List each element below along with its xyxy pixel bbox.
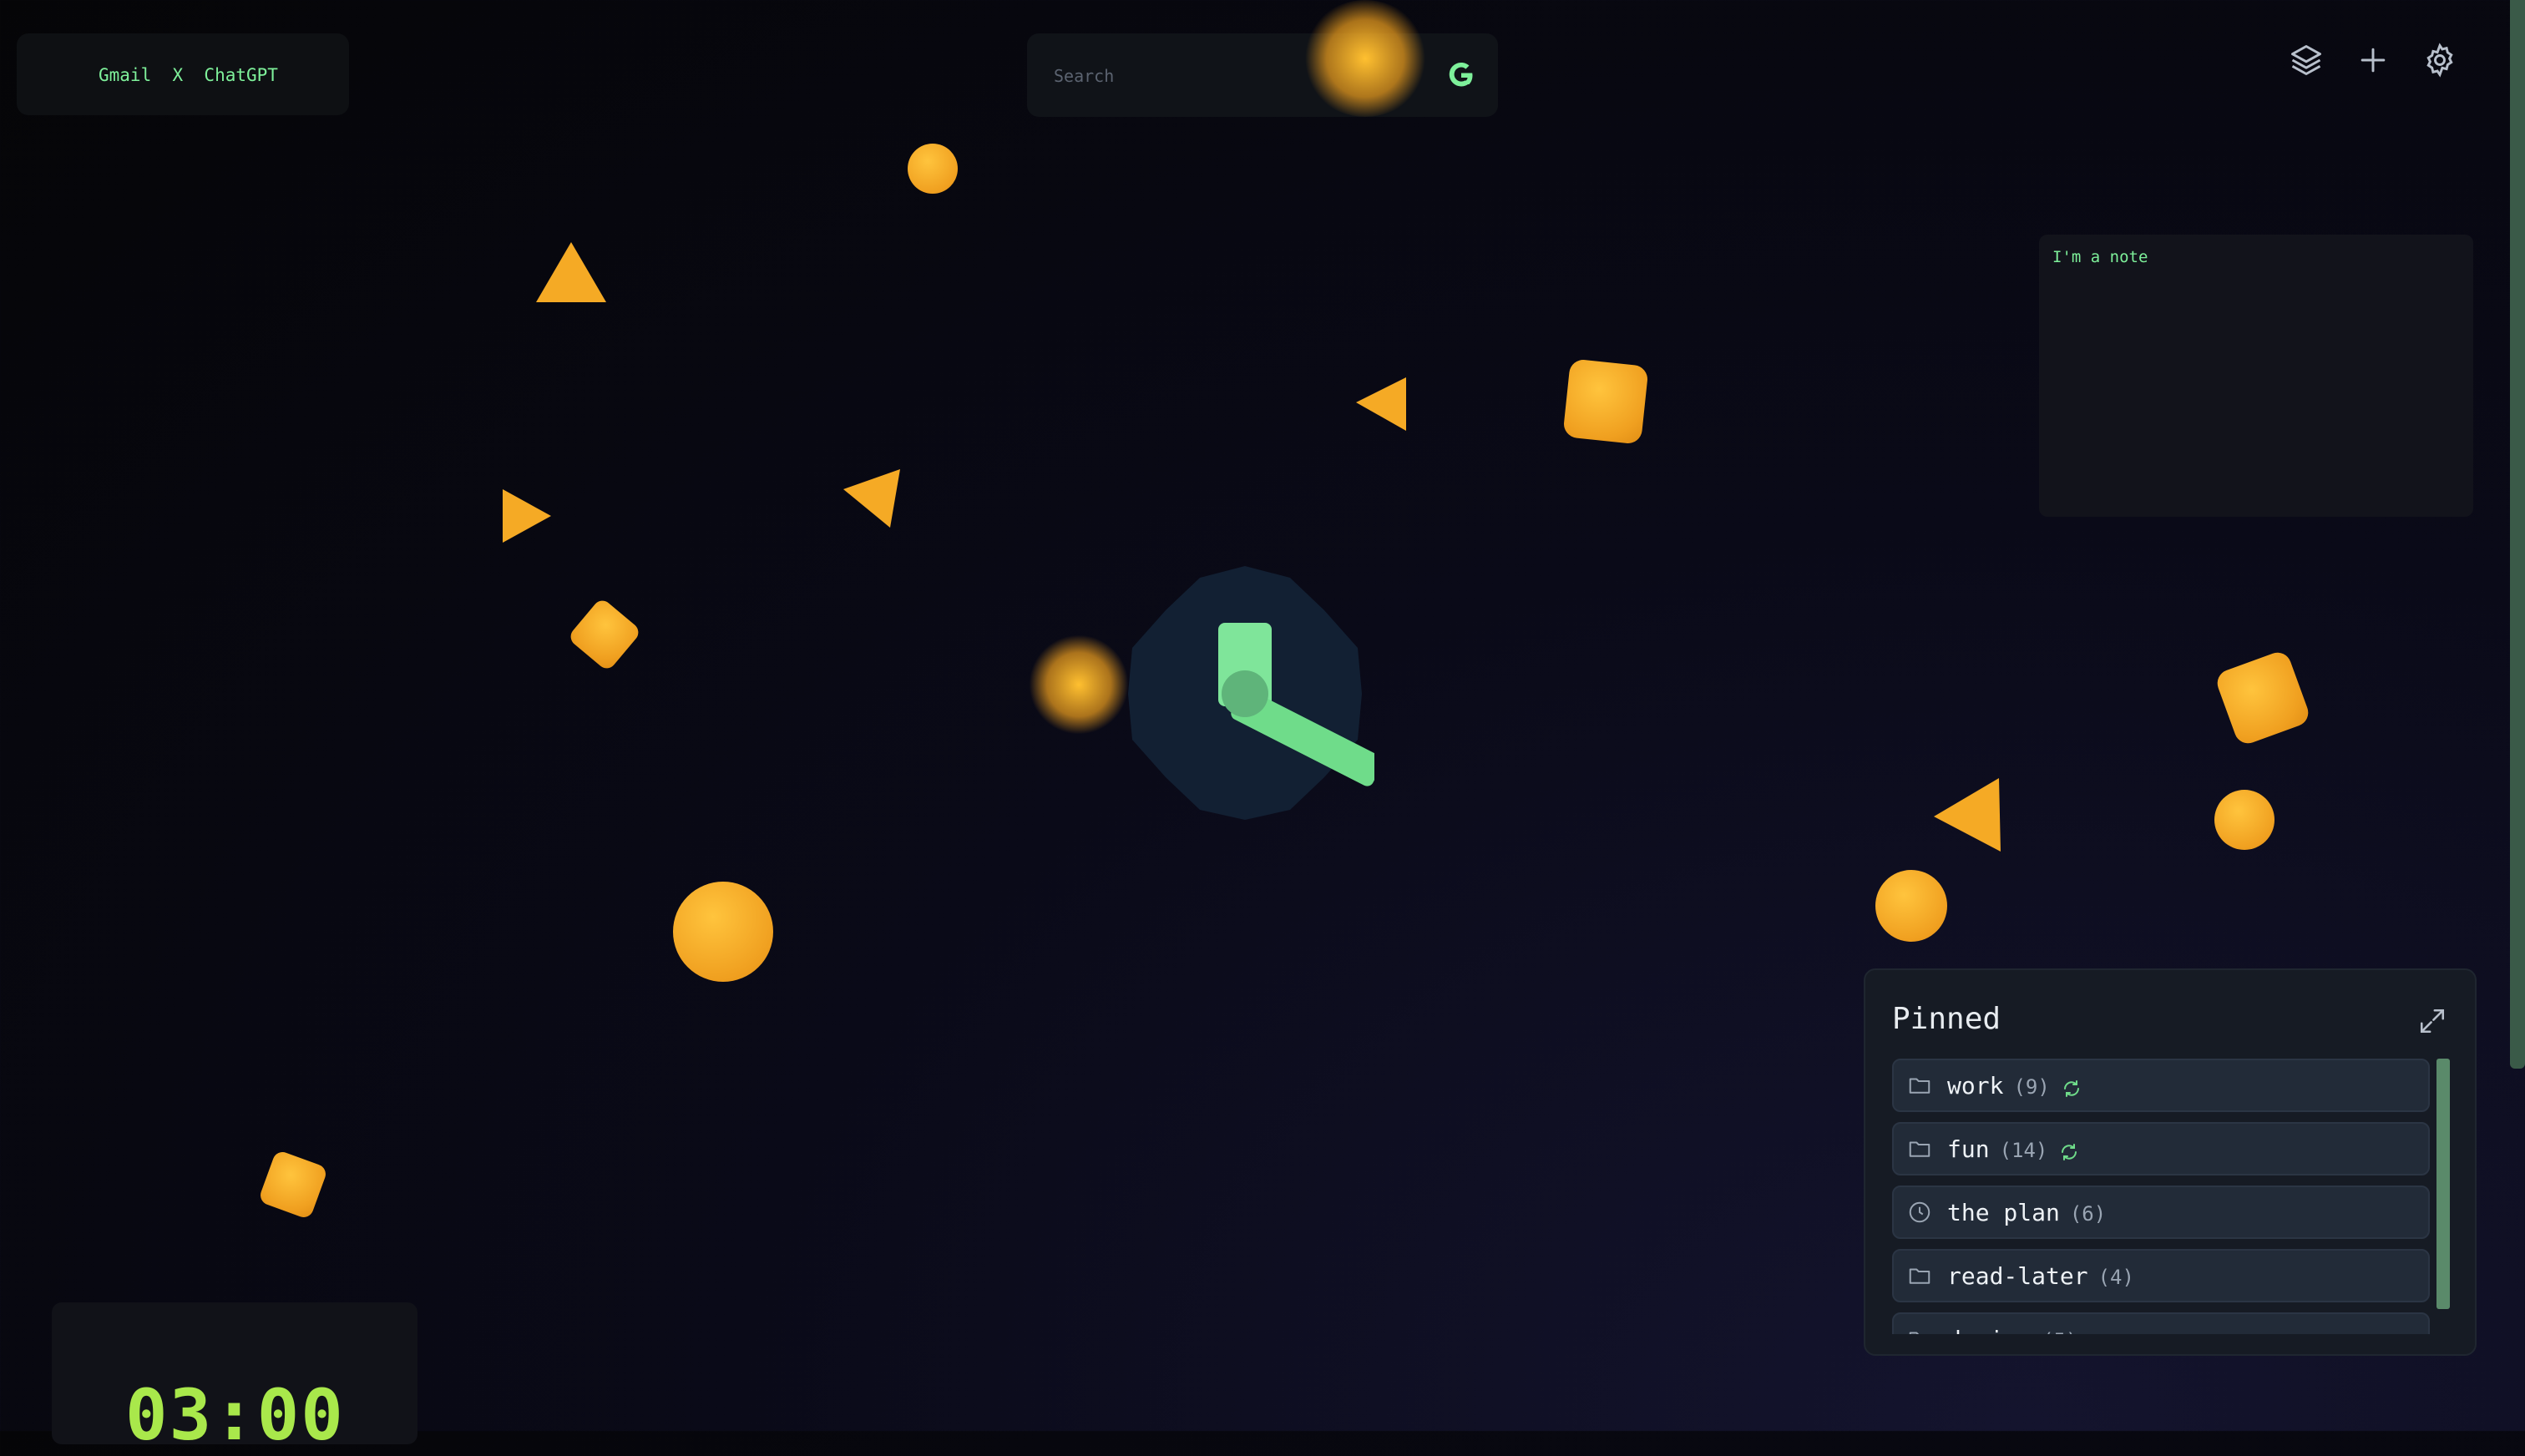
square-shape: [257, 1149, 329, 1221]
square-shape: [1562, 358, 1649, 445]
folder-icon: [1907, 1136, 1932, 1161]
glow-blob: [1029, 634, 1129, 735]
note-text[interactable]: I'm a note: [2052, 248, 2148, 266]
pinned-item-name: the plan: [1947, 1199, 2060, 1226]
circle-shape: [673, 882, 773, 982]
gear-icon[interactable]: [2421, 42, 2458, 78]
quicklinks-text[interactable]: Gmail X ChatGPT: [99, 65, 278, 85]
pinned-item-label: work (9): [1947, 1072, 2082, 1100]
pinned-item[interactable]: read-later (4): [1892, 1249, 2430, 1302]
pinned-item-count: (6): [2069, 1202, 2107, 1226]
pinned-item-label: the plan (6): [1947, 1199, 2106, 1226]
pinned-scrollbar[interactable]: [2436, 1059, 2450, 1309]
triangle-shape: [536, 242, 606, 302]
quicklinks-panel: Gmail X ChatGPT: [17, 33, 349, 115]
plus-icon[interactable]: [2355, 42, 2391, 78]
pinned-item-count: (14): [1999, 1139, 2048, 1162]
pinned-title: Pinned: [1892, 1002, 2001, 1036]
pinned-panel: Pinned work (9) fun (14) the plan (6) read-lat…: [1864, 968, 2477, 1356]
pinned-list: work (9) fun (14) the plan (6) read-later (4) de…: [1892, 1059, 2430, 1334]
timer-panel[interactable]: 03:00: [52, 1302, 417, 1456]
timer-display: 03:00: [125, 1374, 345, 1456]
search-bar: [1027, 33, 1498, 117]
pinned-item-label: read-later (4): [1947, 1262, 2134, 1290]
analog-clock: [1128, 566, 1374, 820]
triangle-shape: [1934, 778, 2001, 852]
google-icon[interactable]: [1446, 60, 1476, 90]
pinned-item[interactable]: the plan (6): [1892, 1186, 2430, 1239]
note-card[interactable]: I'm a note: [2039, 235, 2473, 517]
pinned-item-name: read-later: [1947, 1262, 2088, 1290]
circle-shape: [1875, 870, 1947, 942]
pinned-item-name: work: [1947, 1072, 2004, 1100]
pinned-item[interactable]: work (9): [1892, 1059, 2430, 1112]
triangle-shape: [1356, 377, 1406, 431]
triangle-shape: [843, 469, 900, 528]
pinned-item-count: (9): [2013, 1075, 2050, 1099]
folder-icon: [1907, 1327, 1932, 1334]
top-toolbar: [2288, 42, 2458, 78]
pinned-item-name: fun: [1947, 1135, 1990, 1163]
circle-shape: [2214, 790, 2275, 850]
folder-icon: [1907, 1263, 1932, 1288]
pinned-item-count: (4): [2097, 1266, 2134, 1289]
layers-icon[interactable]: [2288, 42, 2325, 78]
folder-icon: [1907, 1073, 1932, 1098]
pinned-item-label: design (5): [1947, 1326, 2078, 1334]
square-shape: [566, 596, 643, 673]
pinned-item[interactable]: design (5): [1892, 1312, 2430, 1334]
square-shape: [2214, 649, 2312, 747]
pinned-item-name: design: [1947, 1326, 2032, 1334]
page-scrollbar[interactable]: [2510, 0, 2525, 1069]
clock-icon: [1907, 1200, 1932, 1225]
pinned-item-label: fun (14): [1947, 1135, 2079, 1163]
glow-blob: [1303, 0, 1428, 117]
circle-shape: [908, 144, 958, 194]
sync-icon[interactable]: [2062, 1077, 2082, 1097]
pinned-item[interactable]: fun (14): [1892, 1122, 2430, 1175]
expand-icon[interactable]: [2418, 1007, 2447, 1035]
pinned-item-count: (5): [2042, 1329, 2077, 1334]
triangle-shape: [503, 489, 551, 543]
sync-icon[interactable]: [2059, 1140, 2079, 1160]
